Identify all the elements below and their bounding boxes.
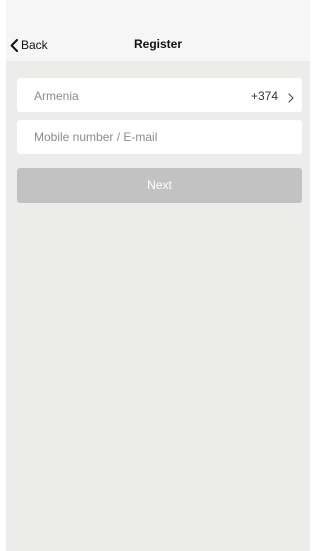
country-name: Armenia <box>34 89 79 103</box>
country-selector[interactable]: Armenia +374 <box>17 78 302 112</box>
page-title: Register <box>133 37 183 51</box>
chevron-right-icon <box>288 90 294 108</box>
mobile-email-input[interactable] <box>17 120 302 154</box>
contact-field-container <box>17 120 302 154</box>
register-screen: Back Register Armenia +374 Next <box>6 0 310 551</box>
country-code: +374 <box>250 89 278 103</box>
navigation-bar: Back Register <box>6 0 310 61</box>
next-button[interactable]: Next <box>17 168 302 203</box>
